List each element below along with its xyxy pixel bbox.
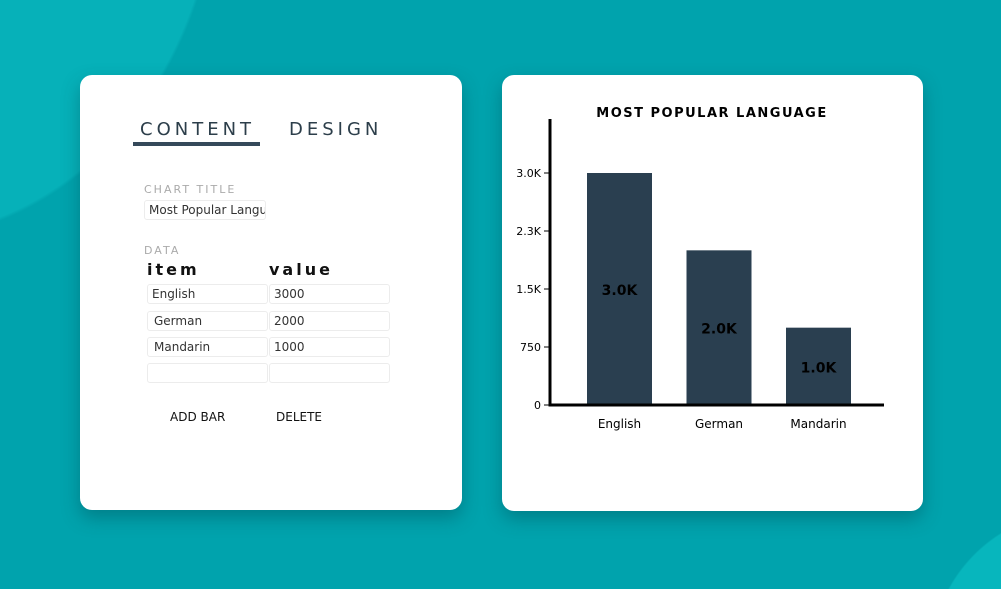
value-input[interactable]: 3000 xyxy=(269,284,390,304)
item-column-header: item xyxy=(147,260,200,279)
item-input[interactable]: Mandarin xyxy=(147,337,268,357)
data-label: DATA xyxy=(144,244,181,257)
value-input[interactable] xyxy=(269,363,390,383)
tab-content[interactable]: CONTENT xyxy=(140,119,255,140)
active-tab-indicator xyxy=(133,142,260,146)
chart-title-input[interactable]: Most Popular Langua xyxy=(144,200,266,220)
y-tick-label: 0 xyxy=(534,399,541,412)
x-tick-label: Mandarin xyxy=(790,417,846,431)
editor-panel: CONTENT DESIGN CHART TITLE Most Popular … xyxy=(80,75,462,510)
item-input[interactable]: English xyxy=(147,284,268,304)
bar-chart: MOST POPULAR LANGUAGE 0 750 1.5K 2.3K 3.0K 3.… xyxy=(516,106,884,431)
bar-data-label: 3.0K xyxy=(602,283,639,299)
chart-title: MOST POPULAR LANGUAGE xyxy=(596,106,827,121)
value-input[interactable]: 1000 xyxy=(269,337,390,357)
bar-data-label: 1.0K xyxy=(801,360,838,376)
y-tick-label: 3.0K xyxy=(516,167,541,180)
chart-title-label: CHART TITLE xyxy=(144,183,237,196)
item-input[interactable] xyxy=(147,363,268,383)
add-bar-button[interactable]: ADD BAR xyxy=(170,410,225,424)
value-input[interactable]: 2000 xyxy=(269,311,390,331)
delete-button[interactable]: DELETE xyxy=(276,410,322,424)
x-tick-label: English xyxy=(598,417,641,431)
value-column-header: value xyxy=(269,260,333,279)
y-tick-label: 2.3K xyxy=(516,225,541,238)
chart-panel: MOST POPULAR LANGUAGE 0 750 1.5K 2.3K 3.0K 3.… xyxy=(502,75,923,511)
tab-design[interactable]: DESIGN xyxy=(289,119,382,140)
y-tick-label: 750 xyxy=(520,341,541,354)
x-tick-label: German xyxy=(695,417,743,431)
item-input[interactable]: German xyxy=(147,311,268,331)
bar-data-label: 2.0K xyxy=(701,322,738,338)
y-tick-label: 1.5K xyxy=(516,283,541,296)
